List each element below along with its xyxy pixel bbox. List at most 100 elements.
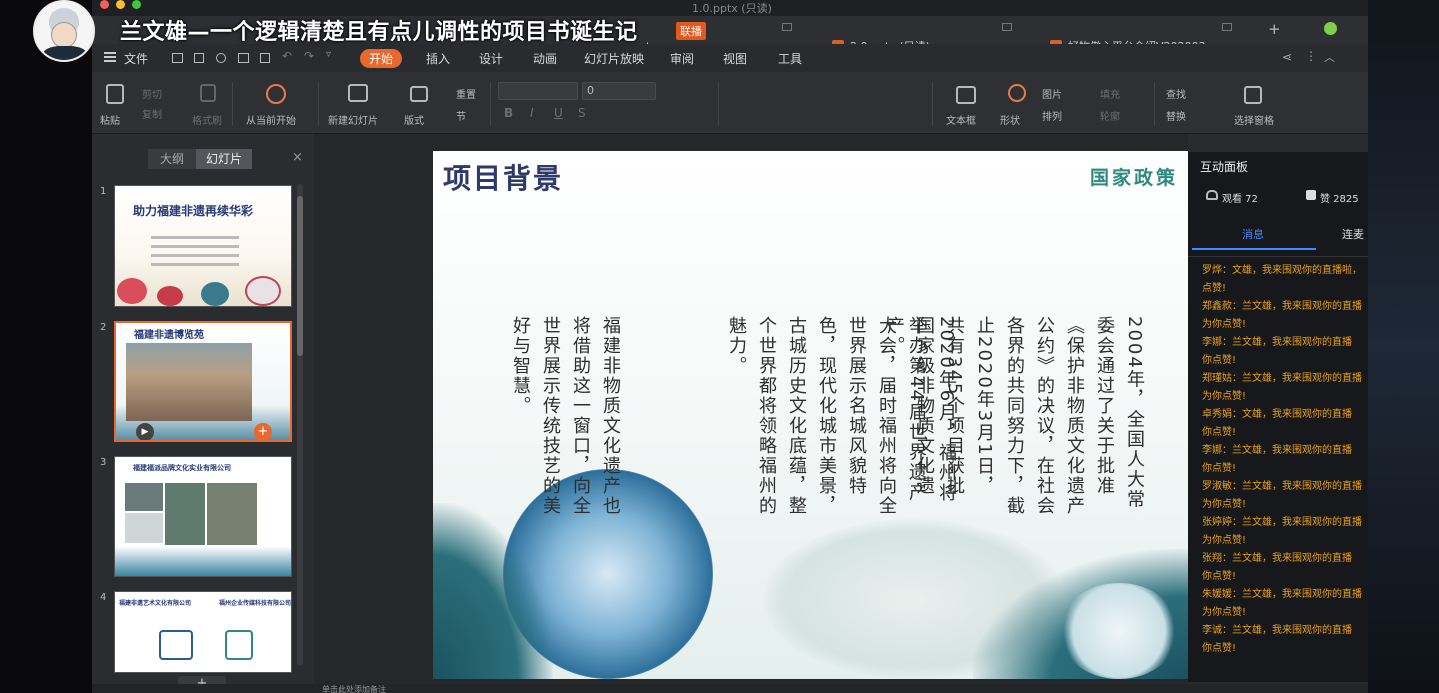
open-icon[interactable] <box>172 53 183 63</box>
format-painter-icon[interactable] <box>200 84 216 102</box>
cut-button[interactable]: 剪切 <box>142 86 162 101</box>
current-slide[interactable]: 项目背景 国家政策 2004年，全国人大常委会通过了关于批准《保护非物质文化遗产… <box>433 151 1188 679</box>
menu-slideshow[interactable]: 幻灯片放映 <box>584 50 644 67</box>
photo <box>165 483 205 545</box>
menu-design[interactable]: 设计 <box>479 50 503 67</box>
hamburger-icon[interactable] <box>104 52 116 54</box>
message-item: 李诚：兰文雄，我来围观你的直播 你点赞! <box>1202 622 1368 658</box>
strikethrough-button[interactable]: S <box>578 106 586 120</box>
tab-messages[interactable]: 消息 <box>1242 226 1264 242</box>
selection-pane-icon[interactable] <box>1244 86 1262 104</box>
bold-button[interactable]: B <box>504 106 513 120</box>
paste-icon[interactable] <box>106 84 124 104</box>
layout-icon[interactable] <box>410 86 428 102</box>
message-item: 罗淑敏：兰文雄，我来围观你的直播 为你点赞! <box>1202 478 1368 514</box>
font-size-input[interactable]: 0 <box>582 82 656 100</box>
undo-icon[interactable]: ↶ <box>282 49 292 63</box>
add-tab-button[interactable]: + <box>1268 20 1281 38</box>
menu-review[interactable]: 审阅 <box>670 50 694 67</box>
slide-thumb-title: 助力福建非遗再续华彩 <box>133 204 254 218</box>
export-icon[interactable] <box>216 53 226 63</box>
redo-icon[interactable]: ↷ <box>304 49 314 63</box>
message-list: 罗烨：文雄，我来围观你的直播啦， 点赞! 郑鑫款：兰文雄，我来围观你的直播 为你点赞… <box>1202 262 1368 658</box>
scrollbar-thumb[interactable] <box>297 196 303 356</box>
minimize-window-icon[interactable] <box>116 0 125 9</box>
format-painter-label[interactable]: 格式刷 <box>192 112 222 127</box>
font-name-input[interactable] <box>498 82 578 100</box>
slide-paragraph-2[interactable]: 2020年6月，福州将举办第44届世界遗产大会，届时福州将向全世界展示名城风貌特… <box>721 316 961 516</box>
find-button[interactable]: 查找 <box>1166 86 1186 101</box>
like-icon[interactable] <box>1306 190 1316 200</box>
slide-thumbnail-2[interactable]: 福建非遗博览苑 ▶ + <box>114 321 292 442</box>
print-icon[interactable] <box>238 53 249 63</box>
maximize-window-icon[interactable] <box>132 0 141 9</box>
from-current-button[interactable]: 从当前开始 <box>246 112 296 127</box>
picture-button[interactable]: 图片 <box>1042 86 1062 101</box>
replace-button[interactable]: 替换 <box>1166 108 1186 123</box>
menu-insert[interactable]: 插入 <box>426 50 450 67</box>
slide-title[interactable]: 项目背景 <box>443 157 563 197</box>
layout-button[interactable]: 版式 <box>404 112 424 127</box>
add-icon[interactable]: + <box>254 423 272 440</box>
message-item: 张翔：兰文雄，我来围观你的直播 你点赞! <box>1202 550 1368 586</box>
like-count: 赞 2825 <box>1320 194 1359 205</box>
menu-file[interactable]: 文件 <box>124 50 148 67</box>
close-panel-icon[interactable]: × <box>292 150 303 165</box>
new-slide-icon[interactable] <box>348 84 368 102</box>
slide-tag[interactable]: 国家政策 <box>1090 163 1178 190</box>
tab-connect[interactable]: 连麦 <box>1342 226 1364 242</box>
arrange-button[interactable]: 排列 <box>1042 108 1062 123</box>
selection-pane-button[interactable]: 选择窗格 <box>1234 112 1274 127</box>
textbox-icon[interactable] <box>956 86 976 104</box>
viewers-icon <box>1206 190 1218 200</box>
underline-button[interactable]: U <box>554 106 563 120</box>
section-button[interactable]: 节 <box>456 108 466 123</box>
notes-hint[interactable]: 单击此处添加备注 <box>322 684 386 693</box>
preview-icon[interactable] <box>260 53 270 63</box>
message-text-cont: 你点赞! <box>1202 643 1237 654</box>
save-icon[interactable] <box>194 53 204 63</box>
menu-tools[interactable]: 工具 <box>778 50 802 67</box>
photo <box>125 483 163 511</box>
message-item: 张婷婷：兰文雄，我来围观你的直播 为你点赞! <box>1202 514 1368 550</box>
copy-button[interactable]: 复制 <box>142 106 162 121</box>
reset-button[interactable]: 重置 <box>456 86 476 101</box>
avatar-body <box>43 46 87 60</box>
share-icon[interactable]: ⋖ <box>1282 50 1292 64</box>
interaction-panel-title: 互动面板 <box>1200 160 1249 174</box>
menu-home[interactable]: 开始 <box>360 49 403 68</box>
separator <box>490 82 491 126</box>
panel-scrollbar[interactable] <box>297 184 303 666</box>
slide-thumbnail-4[interactable]: 福建非遗艺术文化有限公司 福州企业传媒科技有限公司 <box>114 591 292 673</box>
tab-slides[interactable]: 幻灯片 <box>196 149 252 169</box>
play-icon[interactable]: ▶ <box>136 423 154 440</box>
italic-button[interactable]: I <box>530 106 534 120</box>
shape-button[interactable]: 形状 <box>1000 112 1020 127</box>
avatar <box>33 0 95 62</box>
play-icon[interactable] <box>266 84 286 104</box>
slide-paragraph-3[interactable]: 福建非物质文化遗产也将借助这一窗口，向全世界展示传统技艺的美好与智慧。 <box>505 316 625 516</box>
message-text-cont: 你点赞! <box>1202 571 1237 582</box>
textbox-button[interactable]: 文本框 <box>946 112 976 127</box>
slide-canvas: 项目背景 国家政策 2004年，全国人大常委会通过了关于批准《保护非物质文化遗产… <box>314 134 1188 684</box>
collapse-ribbon-icon[interactable]: ︿ <box>1324 49 1335 65</box>
message-text-cont: 为你点赞! <box>1202 391 1247 402</box>
more-icon[interactable]: ⋮ <box>1305 49 1317 63</box>
logo-icon <box>225 630 253 660</box>
outline-button[interactable]: 轮廓 <box>1100 108 1120 123</box>
paste-label[interactable]: 粘贴 <box>100 112 120 127</box>
close-window-icon[interactable] <box>100 0 109 9</box>
slide-thumb-title: 福建福派品牌文化实业有限公司 <box>133 464 231 472</box>
fill-button[interactable]: 填充 <box>1100 86 1120 101</box>
shape-icon[interactable] <box>1008 84 1026 102</box>
menu-view[interactable]: 视图 <box>723 50 747 67</box>
separator <box>1154 82 1155 126</box>
new-slide-button[interactable]: 新建幻灯片 <box>328 112 378 127</box>
slide-thumbnail-3[interactable]: 福建福派品牌文化实业有限公司 <box>114 456 292 577</box>
slide-thumbnail-1[interactable]: 助力福建非遗再续华彩 <box>114 185 292 307</box>
tab-outline[interactable]: 大纲 <box>148 149 196 169</box>
customize-icon[interactable]: ▿ <box>326 49 331 60</box>
slide-number: 4 <box>100 592 107 603</box>
menu-animation[interactable]: 动画 <box>533 50 557 67</box>
presentation-window: 1.0.pptx (只读) pptx 2.0.pptx (只读) 好物傲心平台介… <box>92 0 1368 693</box>
